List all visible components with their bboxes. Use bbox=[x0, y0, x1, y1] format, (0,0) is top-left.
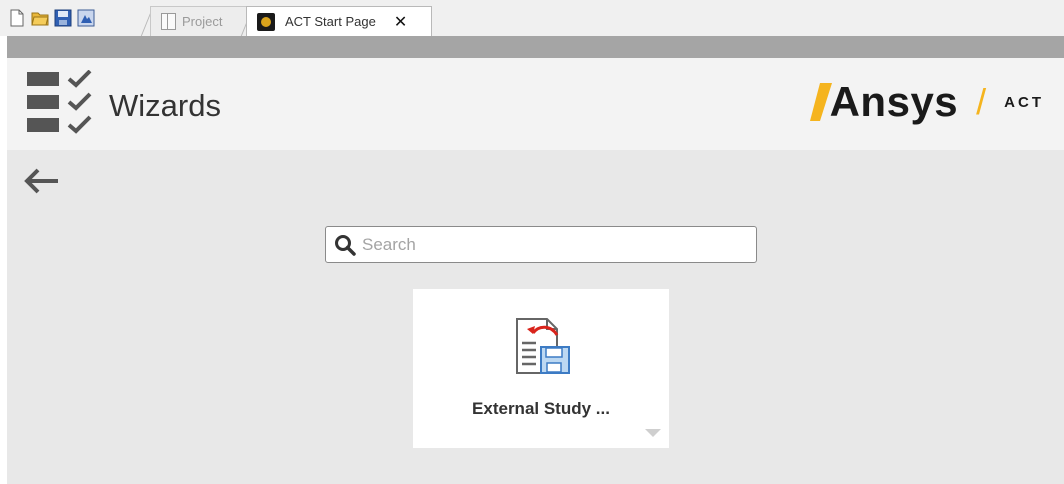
left-border bbox=[0, 36, 7, 484]
save-as-icon[interactable] bbox=[77, 9, 95, 27]
page-title: Wizards bbox=[109, 88, 221, 123]
act-logo-icon bbox=[257, 12, 275, 31]
tab-project-label: Project bbox=[182, 14, 223, 29]
wizards-checklist-icon bbox=[27, 70, 92, 134]
product-label: ACT bbox=[1004, 93, 1044, 111]
ansys-wordmark: Ansys bbox=[829, 78, 959, 125]
act-start-page: Wizards Ansys / ACT Search External Stud… bbox=[7, 58, 1064, 484]
close-tab-icon[interactable]: ✕ bbox=[394, 12, 407, 32]
open-folder-icon[interactable] bbox=[31, 9, 49, 27]
brand-separator: / bbox=[976, 81, 987, 122]
save-icon[interactable] bbox=[54, 9, 72, 27]
wizard-card-label: External Study ... bbox=[472, 399, 610, 418]
project-icon bbox=[161, 13, 176, 30]
toolbar: Project ACT Start Page ✕ bbox=[0, 0, 1064, 38]
tab-content-strip bbox=[0, 36, 1064, 58]
search-input[interactable] bbox=[362, 234, 742, 255]
external-study-icon bbox=[516, 318, 570, 374]
search-icon bbox=[335, 234, 356, 256]
new-file-icon[interactable] bbox=[8, 9, 26, 27]
tab-project[interactable]: Project bbox=[150, 6, 246, 36]
wizard-card-external-study[interactable]: External Study ... bbox=[413, 289, 669, 448]
back-arrow-icon[interactable] bbox=[24, 168, 60, 194]
chevron-down-icon[interactable] bbox=[645, 429, 661, 437]
tab-act-label: ACT Start Page bbox=[285, 14, 376, 29]
ansys-act-logo: Ansys / ACT bbox=[809, 78, 1044, 126]
page-header: Wizards Ansys / ACT bbox=[7, 58, 1064, 150]
tab-act-start-page[interactable]: ACT Start Page ✕ bbox=[246, 6, 432, 36]
search-box[interactable] bbox=[325, 226, 757, 263]
ansys-chevron-icon bbox=[809, 83, 832, 121]
